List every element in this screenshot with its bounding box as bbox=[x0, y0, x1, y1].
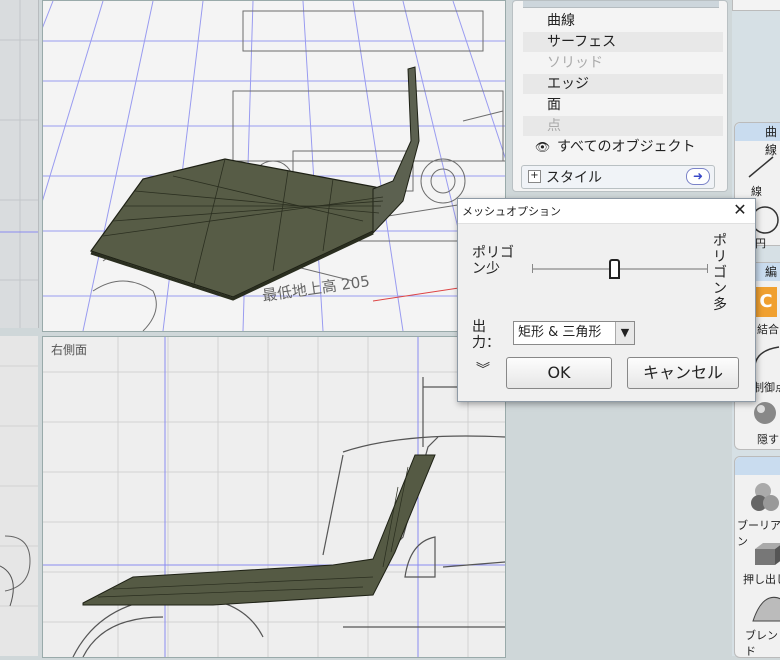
menu-item-edge[interactable]: エッジ bbox=[523, 74, 723, 94]
line-label: 線 bbox=[751, 185, 762, 198]
blend-icon[interactable] bbox=[749, 595, 780, 625]
left-lower-strip bbox=[0, 336, 38, 656]
perspective-viewport[interactable]: 最低地上高 205 bbox=[42, 0, 506, 332]
control-points-icon[interactable] bbox=[753, 345, 780, 379]
ok-button[interactable]: OK bbox=[506, 357, 612, 389]
extrude-icon[interactable] bbox=[749, 541, 780, 569]
line-icon[interactable] bbox=[747, 155, 775, 179]
perspective-scene: 最低地上高 205 bbox=[43, 1, 505, 331]
tool-card-solid: ブーリアン 押し出し ブレンド bbox=[734, 456, 780, 658]
output-select-value: 矩形 & 三角形 bbox=[518, 325, 602, 340]
combine-label: 結合 bbox=[757, 323, 779, 336]
poly-low-label: ポリゴン少 bbox=[472, 245, 514, 277]
hide-icon[interactable] bbox=[751, 399, 780, 429]
blend-label: ブレンド bbox=[745, 629, 778, 658]
dialog-title: メッシュオプション bbox=[462, 205, 561, 218]
tool-card-top bbox=[732, 0, 780, 11]
chevron-down-icon[interactable]: ▼ bbox=[615, 322, 634, 344]
output-label: 出力： bbox=[472, 319, 500, 351]
menu-item-all-objects[interactable]: 👁 すべてのオブジェクト bbox=[523, 137, 723, 157]
cancel-button[interactable]: キャンセル bbox=[627, 357, 739, 389]
left-lower-drawing bbox=[0, 365, 38, 607]
menu-item-point[interactable]: 点 bbox=[523, 116, 723, 136]
eye-icon: 👁 bbox=[535, 140, 551, 154]
mesh-options-dialog: メッシュオプション ✕ ポリゴン少 ポリゴン多 出力： 矩形 & 三角形 ▼ ︾… bbox=[457, 198, 756, 402]
viewport-title: 右側面 bbox=[51, 343, 88, 357]
left-grid bbox=[0, 0, 38, 328]
menu-item-face[interactable]: 面 bbox=[523, 95, 723, 115]
extrude-label: 押し出し bbox=[743, 573, 780, 586]
left-viewport-strip bbox=[0, 0, 39, 328]
menu-item-surface[interactable]: サーフェス bbox=[523, 32, 723, 52]
control-points-label: 制御点 bbox=[753, 381, 780, 394]
combine-icon[interactable]: C bbox=[755, 287, 777, 317]
hide-label: 隠す bbox=[757, 433, 779, 446]
close-icon[interactable]: ✕ bbox=[731, 201, 749, 219]
boolean-icon[interactable] bbox=[749, 481, 780, 513]
poly-high-label: ポリゴン多 bbox=[713, 233, 727, 313]
tool-head-solid bbox=[735, 457, 780, 475]
right-side-scene bbox=[43, 337, 505, 657]
tool-head-curve: 曲線 bbox=[735, 123, 780, 157]
slider-thumb[interactable] bbox=[609, 259, 621, 279]
menu-item-curve[interactable]: 曲線 bbox=[523, 11, 723, 31]
circle-label: 円 bbox=[755, 237, 766, 250]
menu-item-solid[interactable]: ソリッド bbox=[523, 53, 723, 73]
style-label: スタイル bbox=[546, 170, 602, 186]
style-row[interactable]: + スタイル ➜ bbox=[521, 165, 715, 189]
object-filter-panel: 曲線 サーフェス ソリッド エッジ 面 点 👁 すべてのオブジェクト + スタイ… bbox=[512, 0, 728, 192]
expand-plus-icon[interactable]: + bbox=[528, 170, 541, 183]
right-side-viewport[interactable]: 右側面 bbox=[42, 336, 506, 658]
dialog-titlebar[interactable]: メッシュオプション ✕ bbox=[458, 199, 755, 224]
expand-chevron-icon[interactable]: ︾ bbox=[476, 363, 490, 377]
arrow-right-icon[interactable]: ➜ bbox=[686, 168, 710, 185]
all-objects-label: すべてのオブジェクト bbox=[557, 139, 696, 155]
output-select[interactable]: 矩形 & 三角形 ▼ bbox=[513, 321, 635, 345]
